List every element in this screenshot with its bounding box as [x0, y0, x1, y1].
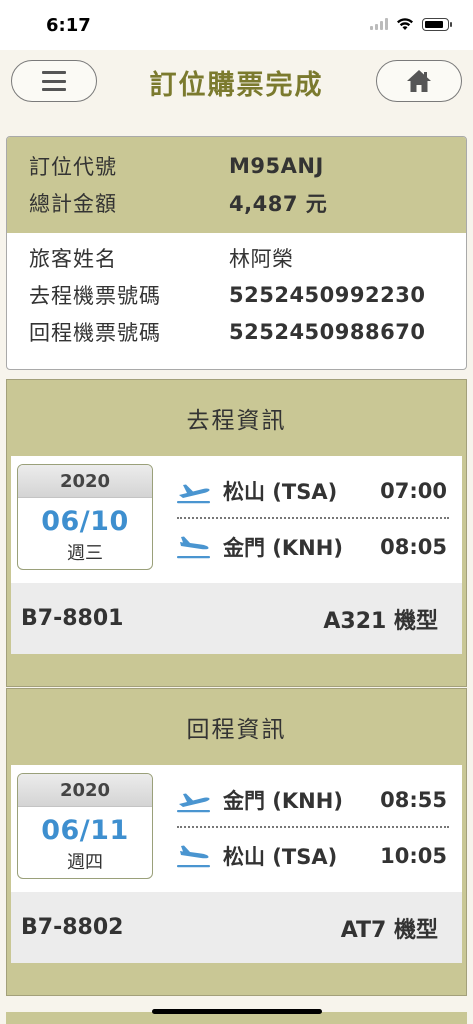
return-flight-card: 2020 06/11 週四 金門 (KNH) 08:55 松山 (TSA) 10… [11, 765, 462, 963]
outbound-flight-section: 去程資訊 2020 06/10 週三 松山 (TSA) 07:00 金門 (KN… [6, 379, 467, 687]
total-amount-value: 4,487 元 [229, 191, 328, 216]
passenger-name-label: 旅客姓名 [29, 246, 117, 271]
return-flight-section: 回程資訊 2020 06/11 週四 金門 (KNH) 08:55 松山 (TS… [6, 688, 467, 996]
outbound-departure: 松山 (TSA) 07:00 [175, 471, 447, 511]
outbound-ticket-value: 5252450992230 [229, 282, 426, 307]
outbound-arr-time: 08:05 [380, 535, 447, 559]
passenger-name-value: 林阿榮 [229, 246, 294, 271]
return-flight-info: B7-8802 AT7 機型 [11, 892, 462, 963]
outbound-section-title: 去程資訊 [186, 408, 287, 434]
outbound-ticket-row: 去程機票號碼 5252450992230 [7, 276, 466, 313]
return-departure: 金門 (KNH) 08:55 [175, 780, 447, 820]
outbound-dep-airport: 松山 (TSA) [223, 480, 338, 504]
outbound-year: 2020 [18, 465, 152, 498]
return-flight-number: B7-8802 [21, 915, 124, 940]
total-amount-label: 總計金額 [29, 191, 117, 216]
return-aircraft: AT7 機型 [340, 917, 438, 943]
return-dep-airport: 金門 (KNH) [223, 789, 343, 813]
outbound-flight-info: B7-8801 A321 機型 [11, 583, 462, 654]
return-ticket-row: 回程機票號碼 5252450988670 [7, 313, 466, 350]
outbound-flight-number: B7-8801 [21, 606, 124, 631]
route-divider [177, 517, 449, 519]
return-date-box: 2020 06/11 週四 [17, 773, 153, 879]
outbound-arr-airport: 金門 (KNH) [223, 536, 343, 560]
hamburger-icon [42, 71, 66, 91]
home-indicator[interactable] [152, 1009, 322, 1014]
outbound-date: 06/10 [41, 506, 129, 537]
return-date: 06/11 [41, 815, 129, 846]
status-icons [370, 17, 452, 31]
signal-icon [370, 18, 388, 30]
home-icon [407, 70, 431, 92]
booking-code-row: 訂位代號 M95ANJ [7, 147, 466, 184]
booking-summary: 訂位代號 M95ANJ 總計金額 4,487 元 旅客姓名 林阿榮 去程機票號碼… [6, 136, 467, 370]
wifi-icon [397, 18, 413, 30]
landing-icon [177, 536, 210, 559]
total-amount-row: 總計金額 4,487 元 [7, 184, 466, 221]
menu-button[interactable] [11, 60, 97, 102]
return-weekday: 週四 [67, 852, 103, 873]
return-section-title: 回程資訊 [186, 717, 287, 743]
landing-icon [177, 845, 210, 868]
return-arr-airport: 松山 (TSA) [223, 845, 338, 869]
return-ticket-label: 回程機票號碼 [29, 320, 161, 345]
return-ticket-value: 5252450988670 [229, 319, 426, 344]
status-time: 6:17 [46, 15, 91, 36]
return-arr-time: 10:05 [380, 844, 447, 868]
battery-icon [422, 17, 452, 31]
outbound-weekday: 週三 [67, 543, 103, 564]
booking-code-label: 訂位代號 [29, 154, 117, 179]
takeoff-icon [177, 793, 210, 813]
passenger-name-row: 旅客姓名 林阿榮 [7, 239, 466, 276]
outbound-aircraft: A321 機型 [323, 608, 438, 634]
return-year: 2020 [18, 774, 152, 807]
booking-summary-header: 訂位代號 M95ANJ 總計金額 4,487 元 [7, 137, 466, 233]
outbound-ticket-label: 去程機票號碼 [29, 283, 161, 308]
takeoff-icon [177, 484, 210, 504]
return-arrival: 松山 (TSA) 10:05 [175, 836, 447, 876]
route-divider [177, 826, 449, 828]
outbound-date-box: 2020 06/10 週三 [17, 464, 153, 570]
outbound-flight-card: 2020 06/10 週三 松山 (TSA) 07:00 金門 (KNH) 08… [11, 456, 462, 654]
status-bar: 6:17 [0, 0, 473, 50]
outbound-dep-time: 07:00 [380, 479, 447, 503]
page-title: 訂位購票完成 [149, 70, 324, 101]
booking-code-value: M95ANJ [229, 153, 324, 178]
nav-header: 訂位購票完成 [0, 50, 473, 112]
return-dep-time: 08:55 [380, 788, 447, 812]
home-button[interactable] [376, 60, 462, 102]
booking-summary-details: 旅客姓名 林阿榮 去程機票號碼 5252450992230 回程機票號碼 525… [7, 233, 466, 350]
outbound-arrival: 金門 (KNH) 08:05 [175, 527, 447, 567]
